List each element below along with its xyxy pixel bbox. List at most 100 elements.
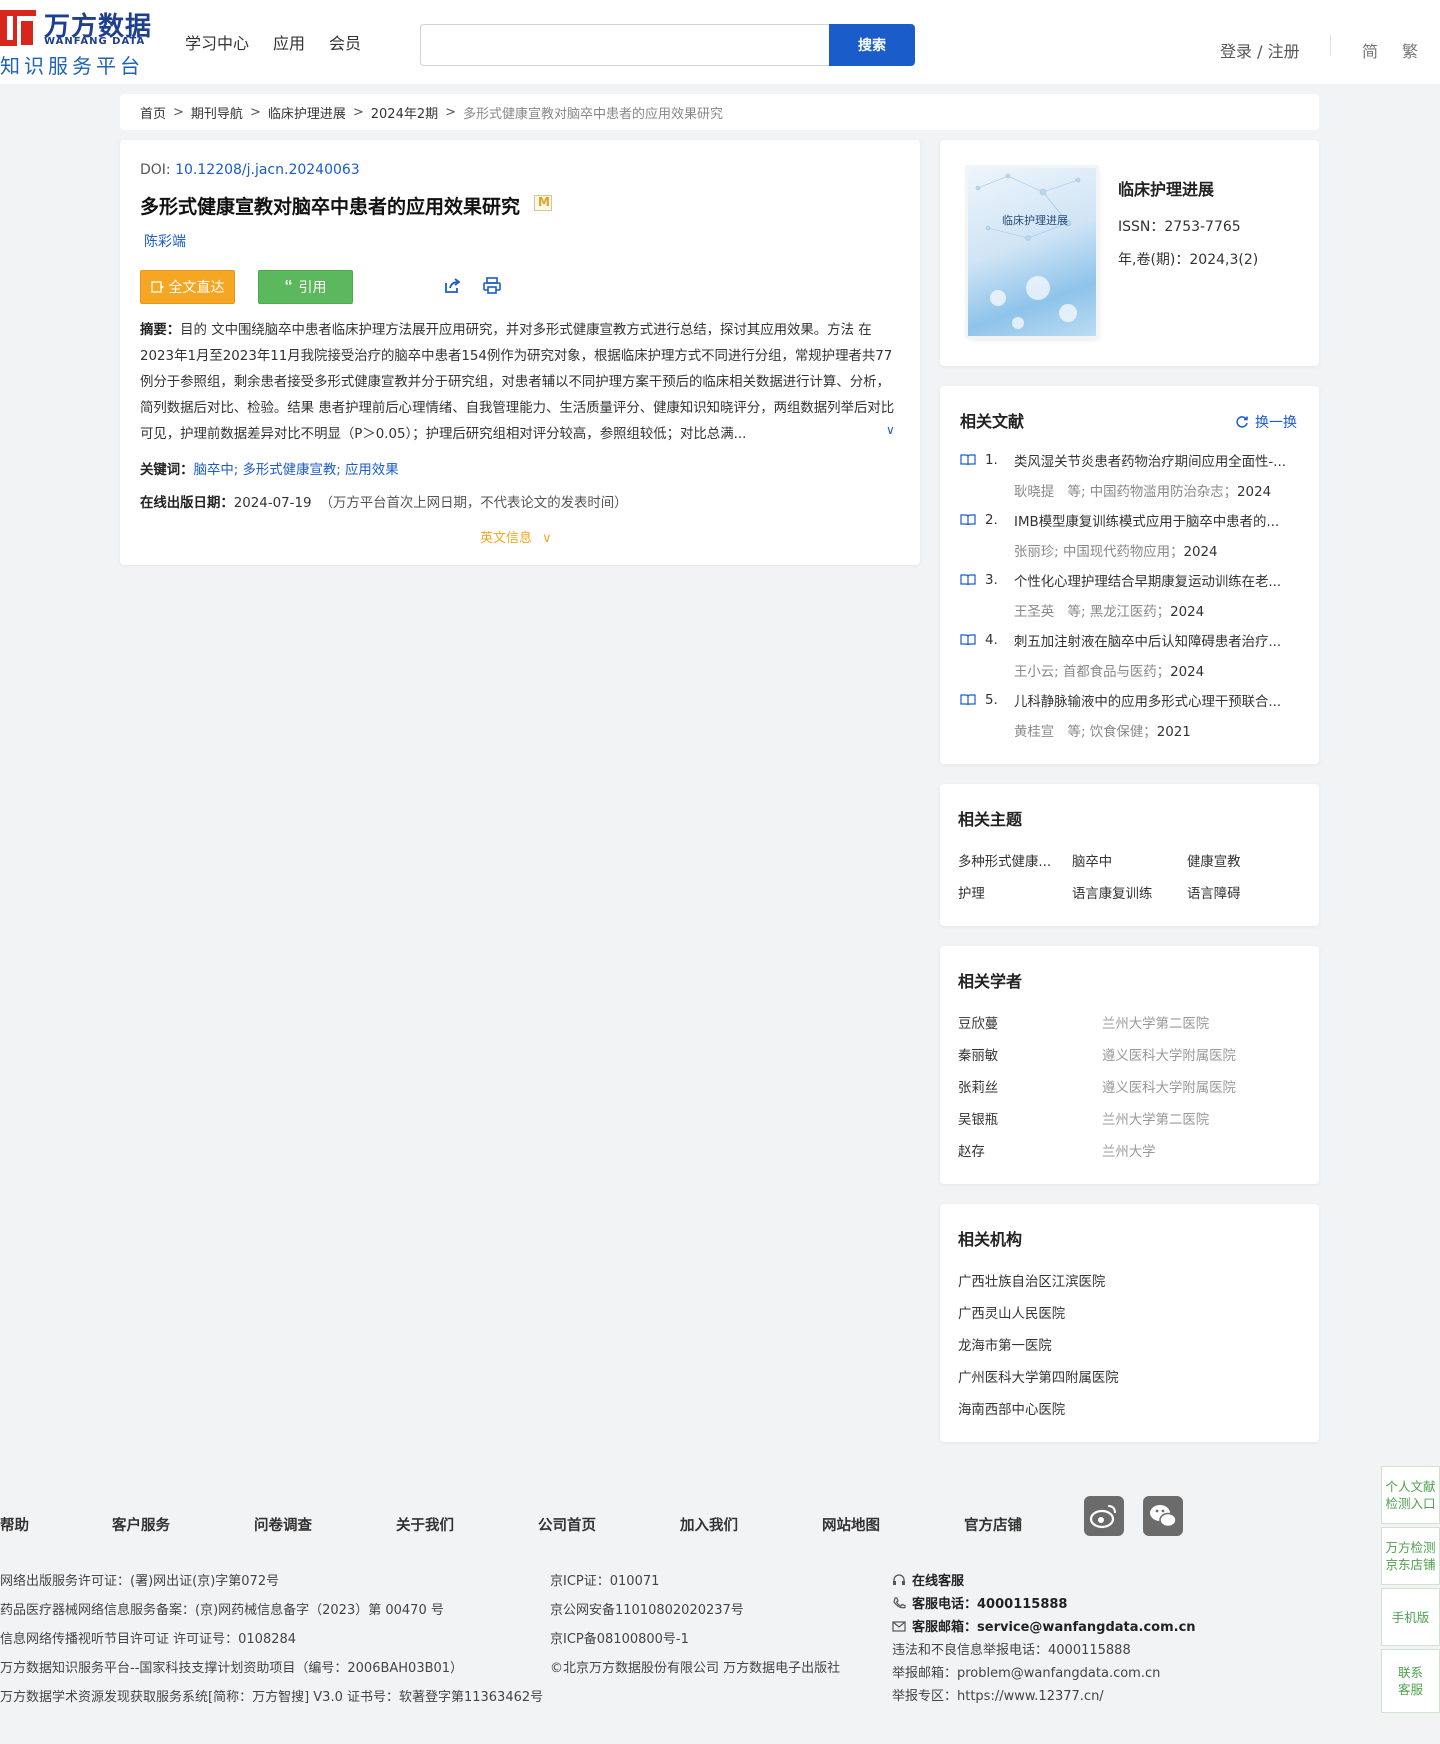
nav-learning-center[interactable]: 学习中心: [185, 30, 249, 54]
list-index: 1.: [985, 452, 998, 468]
list-item[interactable]: 4. 刺五加注射液在脑卒中后认知障碍患者治疗... 王小云; 首都食品与医药；20…: [960, 630, 1300, 680]
breadcrumb-journal[interactable]: 临床护理进展: [268, 103, 346, 122]
abstract-text: 目的 文中围绕脑卒中患者临床护理方法展开应用研究，并对多形式健康宣教方式进行总结…: [140, 323, 895, 442]
list-item[interactable]: 5. 儿科静脉输液中的应用多形式心理干预联合... 黄桂宣 等; 饮食保健；202…: [960, 690, 1300, 740]
nav-apps[interactable]: 应用: [273, 30, 305, 54]
search-button[interactable]: 搜索: [829, 24, 915, 66]
scholar-name[interactable]: 豆欣蔓: [958, 1012, 998, 1032]
side-mobile[interactable]: 手机版: [1381, 1588, 1440, 1646]
side-contact-service[interactable]: 联系 客服: [1381, 1649, 1440, 1713]
nav-membership[interactable]: 会员: [329, 30, 361, 54]
abstract-label: 摘要：: [140, 323, 181, 338]
list-item[interactable]: 1. 类风湿关节炎患者药物治疗期间应用全面性-... 耿晓提 等; 中国药物滥用防…: [960, 450, 1300, 500]
footer-phone: 客服电话：4000115888: [892, 1593, 1067, 1612]
wanfang-logo[interactable]: 万方数据 WANFANG DATA 知识服务平台: [0, 6, 160, 78]
search-input[interactable]: [420, 24, 830, 66]
scholar-name[interactable]: 秦丽敏: [958, 1044, 998, 1064]
scholar-org[interactable]: 兰州大学第二医院: [1102, 1108, 1209, 1128]
share-icon[interactable]: [442, 276, 462, 296]
related-title[interactable]: 个性化心理护理结合早期康复运动训练在老...: [1014, 570, 1300, 590]
weibo-icon[interactable]: [1084, 1496, 1124, 1536]
footer-link-company[interactable]: 公司首页: [538, 1514, 596, 1535]
related-scholars-title: 相关学者: [958, 972, 1023, 991]
wechat-icon[interactable]: [1143, 1496, 1183, 1536]
related-title[interactable]: IMB模型康复训练模式应用于脑卒中患者的...: [1014, 510, 1300, 530]
scholar-org[interactable]: 兰州大学: [1102, 1140, 1156, 1160]
doi-line: DOI: 10.12208/j.jacn.20240063: [140, 162, 360, 178]
book-icon: [960, 454, 976, 466]
institution-link[interactable]: 广西壮族自治区江滨医院: [958, 1270, 1105, 1290]
main-nav: 学习中心 应用 会员: [185, 30, 361, 54]
author-link[interactable]: 陈彩端: [144, 231, 186, 251]
cite-button[interactable]: “ 引用: [258, 270, 353, 304]
related-title[interactable]: 儿科静脉输液中的应用多形式心理干预联合...: [1014, 690, 1300, 710]
scholar-org[interactable]: 遵义医科大学附属医院: [1102, 1044, 1236, 1064]
footer-icp[interactable]: 京ICP备08100800号-1: [550, 1628, 689, 1647]
fulltext-button[interactable]: 全文直达: [140, 270, 235, 304]
breadcrumb-home[interactable]: 首页: [140, 103, 166, 122]
related-title[interactable]: 刺五加注射液在脑卒中后认知障碍患者治疗...: [1014, 630, 1300, 650]
cover-title: 临床护理进展: [1002, 214, 1068, 227]
topic-link[interactable]: 健康宣教: [1187, 850, 1241, 870]
topic-link[interactable]: 语言障碍: [1187, 882, 1241, 902]
breadcrumb-journals[interactable]: 期刊导航: [191, 103, 243, 122]
m-badge-icon[interactable]: [534, 195, 553, 211]
topic-link[interactable]: 脑卒中: [1072, 850, 1112, 870]
institution-link[interactable]: 龙海市第一医院: [958, 1334, 1052, 1354]
footer-report-zone[interactable]: 举报专区：https://www.12377.cn/: [892, 1685, 1104, 1704]
print-icon[interactable]: [482, 276, 502, 296]
keyword-link[interactable]: 脑卒中: [194, 463, 234, 478]
scholar-name[interactable]: 张莉丝: [958, 1076, 998, 1096]
abstract-expand-icon[interactable]: ∨: [886, 423, 895, 437]
login-register-link[interactable]: 登录 / 注册: [1220, 38, 1300, 62]
related-title[interactable]: 类风湿关节炎患者药物治疗期间应用全面性-...: [1014, 450, 1300, 470]
footer-link-about[interactable]: 关于我们: [396, 1514, 454, 1535]
footer-link-help[interactable]: 帮助: [0, 1514, 29, 1535]
breadcrumb-separator: >: [352, 104, 364, 120]
related-institutions-card: 相关机构 广西壮族自治区江滨医院 广西灵山人民医院 龙海市第一医院 广州医科大学…: [940, 1204, 1319, 1442]
footer-link-service[interactable]: 客户服务: [112, 1514, 170, 1535]
scholar-name[interactable]: 赵存: [958, 1140, 985, 1160]
journal-name[interactable]: 临床护理进展: [1118, 176, 1214, 200]
related-year: 2021: [1156, 725, 1191, 740]
topic-link[interactable]: 多种形式健康...: [958, 850, 1051, 870]
topic-link[interactable]: 语言康复训练: [1072, 882, 1152, 902]
quote-icon: “: [284, 278, 293, 295]
footer-report-email[interactable]: 举报邮箱：problem@wanfangdata.com.cn: [892, 1662, 1160, 1681]
scholar-name[interactable]: 吴银瓶: [958, 1108, 998, 1128]
keyword-link[interactable]: 应用效果: [345, 463, 399, 478]
institution-link[interactable]: 广州医科大学第四附属医院: [958, 1366, 1119, 1386]
related-institutions-title: 相关机构: [958, 1230, 1023, 1249]
side-jd-store[interactable]: 万方检测 京东店铺: [1381, 1527, 1440, 1585]
lang-traditional[interactable]: 繁: [1402, 38, 1418, 62]
list-item[interactable]: 2. IMB模型康复训练模式应用于脑卒中患者的... 张丽珍; 中国现代药物应用；…: [960, 510, 1300, 560]
institution-link[interactable]: 广西灵山人民医院: [958, 1302, 1065, 1322]
scholar-org[interactable]: 兰州大学第二医院: [1102, 1012, 1209, 1032]
journal-info-card: 临床护理进展 临床护理进展 ISSN：2753-7765 年,卷(期)：2024…: [940, 140, 1319, 366]
breadcrumb-separator: >: [249, 104, 261, 120]
scholar-org[interactable]: 遵义医科大学附属医院: [1102, 1076, 1236, 1096]
institution-link[interactable]: 海南西部中心医院: [958, 1398, 1065, 1418]
topic-link[interactable]: 护理: [958, 882, 985, 902]
refresh-button[interactable]: 换一换: [1235, 412, 1297, 432]
lang-simplified[interactable]: 简: [1362, 38, 1378, 62]
email-value[interactable]: service@wanfangdata.com.cn: [977, 1620, 1196, 1635]
footer-link-sitemap[interactable]: 网站地图: [822, 1514, 880, 1535]
side-doc-check[interactable]: 个人文献 检测入口: [1381, 1466, 1440, 1524]
footer-link-store[interactable]: 官方店铺: [964, 1514, 1022, 1535]
journal-cover[interactable]: 临床护理进展: [968, 168, 1096, 336]
footer-link-survey[interactable]: 问卷调查: [254, 1514, 312, 1535]
breadcrumb-issue[interactable]: 2024年2期: [371, 103, 438, 122]
list-item[interactable]: 3. 个性化心理护理结合早期康复运动训练在老... 王圣英 等; 黑龙江医药；20…: [960, 570, 1300, 620]
side-label: 个人文献: [1385, 1479, 1436, 1494]
online-service-link[interactable]: 在线客服: [892, 1570, 964, 1589]
list-index: 3.: [985, 572, 998, 588]
footer-icp[interactable]: 京公网安备11010802020237号: [550, 1599, 744, 1618]
footer-license: 万方数据知识服务平台--国家科技支撑计划资助项目（编号：2006BAH03B01…: [0, 1661, 464, 1676]
english-info-toggle[interactable]: 英文信息 ∨: [480, 527, 552, 546]
footer-link-join[interactable]: 加入我们: [680, 1514, 738, 1535]
footer-icp[interactable]: 京ICP证：010071: [550, 1570, 659, 1589]
keyword-link[interactable]: 多形式健康宣教: [243, 463, 337, 478]
doi-link[interactable]: 10.12208/j.jacn.20240063: [175, 162, 360, 178]
side-float-toolbar: 个人文献 检测入口 万方检测 京东店铺 手机版 联系 客服: [1381, 1466, 1440, 1716]
